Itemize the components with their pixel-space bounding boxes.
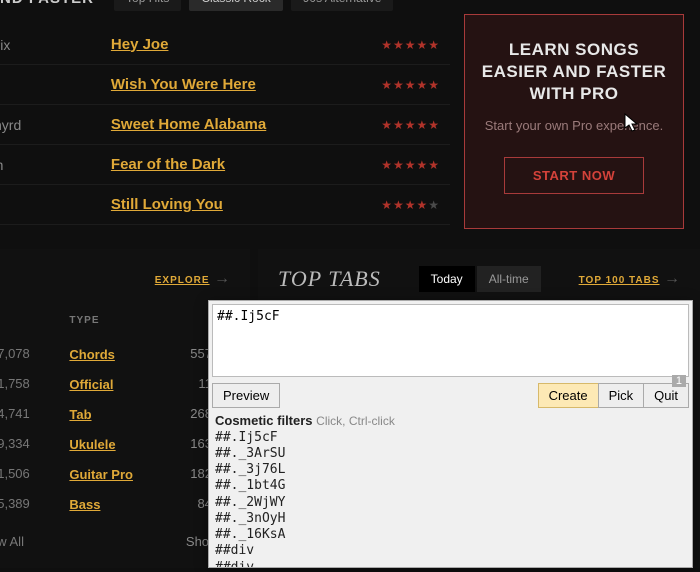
time-tab-today[interactable]: Today: [419, 266, 475, 292]
song-row: ndrix Hey Joe ★★★★★: [0, 25, 450, 65]
create-button[interactable]: Create: [538, 383, 599, 408]
cosmetic-filters-heading: Cosmetic filters: [215, 413, 313, 428]
song-title-link[interactable]: Fear of the Dark: [111, 156, 225, 173]
filter-item[interactable]: ##._1bt4G: [215, 478, 686, 494]
type-row: 81,506 Guitar Pro 182,38: [0, 460, 230, 490]
count-cell: 07,078: [0, 346, 69, 364]
artist-name: den: [0, 145, 101, 185]
filter-item[interactable]: ##div: [215, 560, 686, 567]
song-title-link[interactable]: Hey Joe: [111, 36, 169, 53]
song-title-link[interactable]: Wish You Were Here: [111, 76, 256, 93]
artist-name: ndrix: [0, 25, 101, 65]
type-column-header: TYPE: [69, 315, 173, 334]
promo-headline: LEARN SONGS EASIER AND FASTER WITH PRO: [481, 39, 667, 105]
song-row: den Fear of the Dark ★★★★★: [0, 145, 450, 185]
filter-item[interactable]: ##div: [215, 543, 686, 559]
match-count-badge: 1: [672, 375, 686, 387]
time-tabs: Today All-time: [419, 266, 541, 292]
type-link-tab[interactable]: Tab: [69, 407, 91, 422]
type-link-guitar-pro[interactable]: Guitar Pro: [69, 467, 133, 482]
arrow-icon: →: [214, 270, 230, 287]
rating-stars: ★★★★★: [363, 65, 450, 105]
preview-button[interactable]: Preview: [212, 383, 280, 408]
view-all-link[interactable]: ew All: [0, 534, 69, 549]
view-all-row: ew All Show A: [0, 520, 230, 555]
count-cell: 04,741: [0, 406, 69, 424]
panel-title: TOP TABS: [278, 266, 381, 292]
explore-link[interactable]: EXPLORE: [155, 275, 210, 286]
cosmetic-filter-list: ##.Ij5cF ##._3ArSU ##._3j76L ##._1bt4G #…: [209, 430, 692, 567]
promo-subtext: Start your own Pro experience.: [481, 117, 667, 135]
artist-name: yd: [0, 65, 101, 105]
filter-item[interactable]: ##._3j76L: [215, 462, 686, 478]
section-title-fragment: ND FASTER: [0, 0, 94, 7]
song-list: ndrix Hey Joe ★★★★★ yd Wish You Were Her…: [0, 25, 450, 225]
type-link-bass[interactable]: Bass: [69, 497, 100, 512]
time-tab-alltime[interactable]: All-time: [477, 266, 541, 292]
song-row: kynyrd Sweet Home Alabama ★★★★★: [0, 105, 450, 145]
cosmetic-filters-hint: Click, Ctrl-click: [316, 414, 395, 428]
type-row: 89,334 Ukulele 163,14: [0, 430, 230, 460]
count-cell: 01,758: [0, 376, 69, 394]
tab-top-hits[interactable]: Top Hits: [114, 0, 181, 11]
song-title-link[interactable]: Sweet Home Alabama: [111, 116, 266, 133]
filter-item[interactable]: ##.Ij5cF: [215, 430, 686, 446]
song-title-link[interactable]: Still Loving You: [111, 196, 223, 213]
count-cell: 25,389: [0, 496, 69, 514]
type-row: 04,741 Tab 268,86: [0, 400, 230, 430]
type-row: 01,758 Official 11,38: [0, 370, 230, 400]
filter-item[interactable]: ##._2WjWY: [215, 495, 686, 511]
rating-stars: ★★★★★: [363, 185, 450, 225]
promo-box: LEARN SONGS EASIER AND FASTER WITH PRO S…: [464, 14, 684, 229]
rating-stars: ★★★★★: [363, 145, 450, 185]
type-link-ukulele[interactable]: Ukulele: [69, 437, 115, 452]
type-row: 07,078 Chords 557,41: [0, 340, 230, 370]
count-cell: 81,506: [0, 466, 69, 484]
top-100-link[interactable]: TOP 100 TABS: [579, 275, 660, 286]
filter-item[interactable]: ##._16KsA: [215, 527, 686, 543]
type-row: 25,389 Bass 84,50: [0, 490, 230, 520]
artist-name: ns: [0, 185, 101, 225]
arrow-icon: →: [664, 270, 680, 287]
selector-textarea[interactable]: [212, 304, 689, 377]
tab-classic-rock[interactable]: Classic Rock: [189, 0, 282, 11]
element-picker-dialog: 1 Preview Create Pick Quit Cosmetic filt…: [208, 300, 693, 568]
filter-item[interactable]: ##._3nOyH: [215, 511, 686, 527]
filter-item[interactable]: ##._3ArSU: [215, 446, 686, 462]
song-row: yd Wish You Were Here ★★★★★: [0, 65, 450, 105]
song-row: ns Still Loving You ★★★★★: [0, 185, 450, 225]
rating-stars: ★★★★★: [363, 25, 450, 65]
artist-name: kynyrd: [0, 105, 101, 145]
rating-stars: ★★★★★: [363, 105, 450, 145]
genre-tabs: Top Hits Classic Rock 90s Alternative: [114, 0, 393, 11]
type-link-official[interactable]: Official: [69, 377, 113, 392]
type-link-chords[interactable]: Chords: [69, 347, 115, 362]
count-cell: 89,334: [0, 436, 69, 454]
pick-button[interactable]: Pick: [598, 383, 645, 408]
tab-90s-alternative[interactable]: 90s Alternative: [291, 0, 394, 11]
start-now-button[interactable]: START NOW: [504, 157, 644, 194]
